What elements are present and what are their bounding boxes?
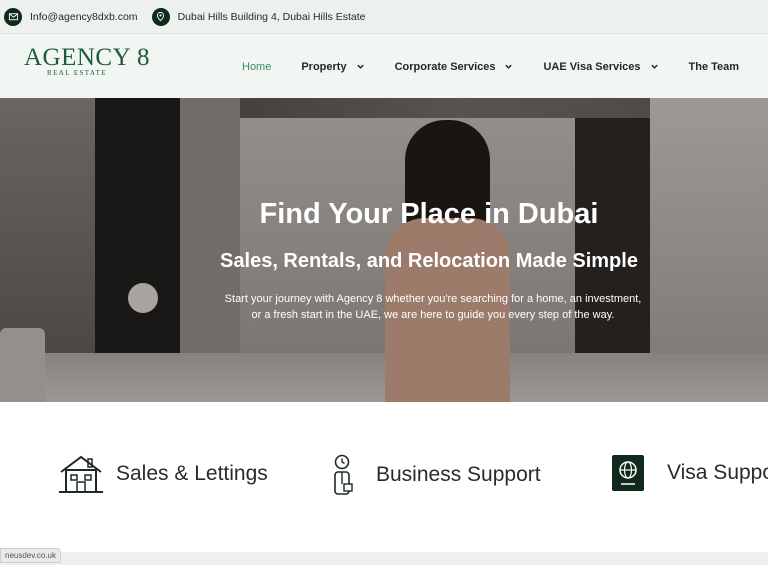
hero-description-line1: Start your journey with Agency 8 whether… (224, 293, 642, 305)
chevron-down-icon (356, 64, 364, 69)
nav-uae-visa-services[interactable]: UAE Visa Services (543, 61, 658, 73)
nav-the-team[interactable]: The Team (689, 61, 740, 73)
browser-status-url: neusdev.co.uk (0, 548, 61, 563)
nav-property-label: Property (301, 60, 347, 73)
service-business-label: Business Support (376, 463, 541, 486)
service-visa-support[interactable]: Visa Suppo (611, 454, 768, 492)
address-contact[interactable]: Dubai Hills Building 4, Dubai Hills Esta… (151, 7, 366, 26)
house-icon (59, 455, 103, 493)
page-bottom-edge (0, 552, 768, 565)
envelope-icon (4, 7, 22, 26)
email-text[interactable]: Info@agency8dxb.com (30, 11, 138, 23)
service-business-support[interactable]: Business Support (330, 454, 541, 496)
nav-corporate-services[interactable]: Corporate Services (395, 61, 514, 73)
services-section: Sales & Lettings Business Support Visa S… (0, 402, 768, 552)
nav-property[interactable]: Property (301, 61, 364, 73)
email-contact[interactable]: Info@agency8dxb.com (4, 7, 138, 26)
businessman-clock-icon (334, 454, 353, 495)
chevron-down-icon (650, 64, 658, 69)
hero-description: Start your journey with Agency 8 whether… (200, 291, 666, 323)
nav-corporate-label: Corporate Services (394, 60, 496, 73)
agency8-logo[interactable]: AGENCY 8 REAL ESTATE (24, 44, 150, 85)
hero-subtitle: Sales, Rentals, and Relocation Made Simp… (220, 250, 638, 272)
logo-wordmark: AGENCY 8 (24, 44, 150, 71)
top-info-bar: Info@agency8dxb.com Dubai Hills Building… (0, 0, 768, 33)
hero-title: Find Your Place in Dubai (259, 198, 599, 230)
main-navigation: Home Property Corporate Services UAE Vis… (242, 34, 768, 99)
passport-icon (612, 455, 644, 491)
hero-description-line2: or a fresh start in the UAE, we are here… (251, 309, 615, 321)
hero-banner: Find Your Place in Dubai Sales, Rentals,… (0, 98, 768, 402)
service-sales-label: Sales & Lettings (116, 462, 268, 485)
service-visa-label: Visa Suppo (667, 461, 768, 484)
service-sales-lettings[interactable]: Sales & Lettings (58, 454, 268, 494)
nav-home[interactable]: Home (242, 61, 271, 73)
nav-team-label: The Team (688, 60, 740, 73)
chevron-down-icon (505, 64, 513, 69)
address-text[interactable]: Dubai Hills Building 4, Dubai Hills Esta… (178, 11, 366, 23)
nav-visa-label: UAE Visa Services (543, 60, 641, 73)
location-pin-icon (151, 7, 170, 26)
logo-tagline: REAL ESTATE (47, 69, 107, 77)
site-header: AGENCY 8 REAL ESTATE Home Property Corpo… (0, 33, 768, 98)
nav-home-label: Home (242, 60, 272, 73)
